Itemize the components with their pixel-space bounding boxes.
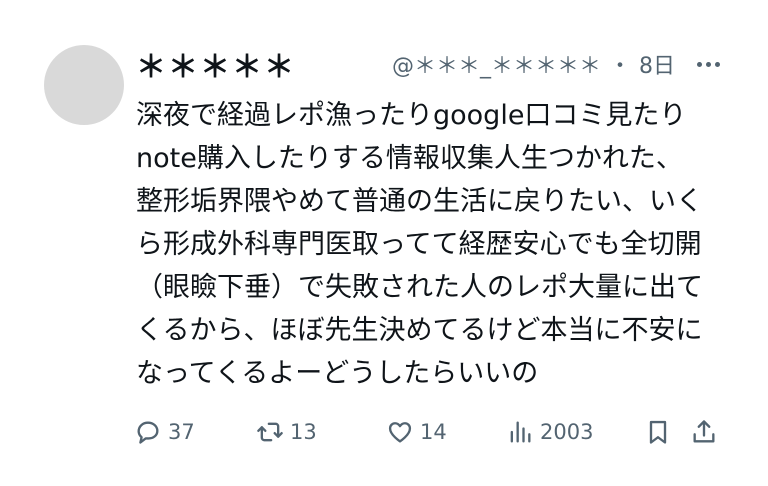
reply-button[interactable]: 37 [134,418,195,446]
bookmark-icon [649,420,667,444]
separator: ・ [608,54,631,79]
heart-icon [388,422,412,443]
post-text: 深夜で経過レポ漁ったりgoogle口コミ見たり note購入したりする情報収集人… [136,100,703,389]
more-icon[interactable] [697,61,720,67]
bookmark-button[interactable] [644,418,672,446]
like-button[interactable]: 14 [386,418,447,446]
views-icon [510,421,531,443]
reply-icon [137,421,159,444]
repost-icon [257,422,283,442]
like-count: 14 [420,420,447,444]
views-button[interactable]: 2003 [506,418,593,446]
share-button[interactable] [690,418,718,446]
action-bar: 37 13 14 2003 [134,412,724,452]
share-icon [693,420,715,443]
post-header: ＊＊＊＊＊ @＊＊＊_＊＊＊＊＊ ・ 8日 [136,42,720,86]
post-meta: @＊＊＊_＊＊＊＊＊ ・ 8日 [392,48,720,80]
avatar[interactable] [44,45,124,125]
post[interactable]: ＊＊＊＊＊ @＊＊＊_＊＊＊＊＊ ・ 8日 深夜で経過レポ漁ったりgoogle口… [0,0,768,486]
repost-count: 13 [290,420,317,444]
repost-button[interactable]: 13 [256,418,317,446]
view-count: 2003 [540,420,594,444]
reply-count: 37 [168,420,195,444]
post-time[interactable]: 8日 [639,48,675,80]
user-handle[interactable]: @＊＊＊_＊＊＊＊＊ [392,48,601,80]
display-name[interactable]: ＊＊＊＊＊ [136,42,296,86]
